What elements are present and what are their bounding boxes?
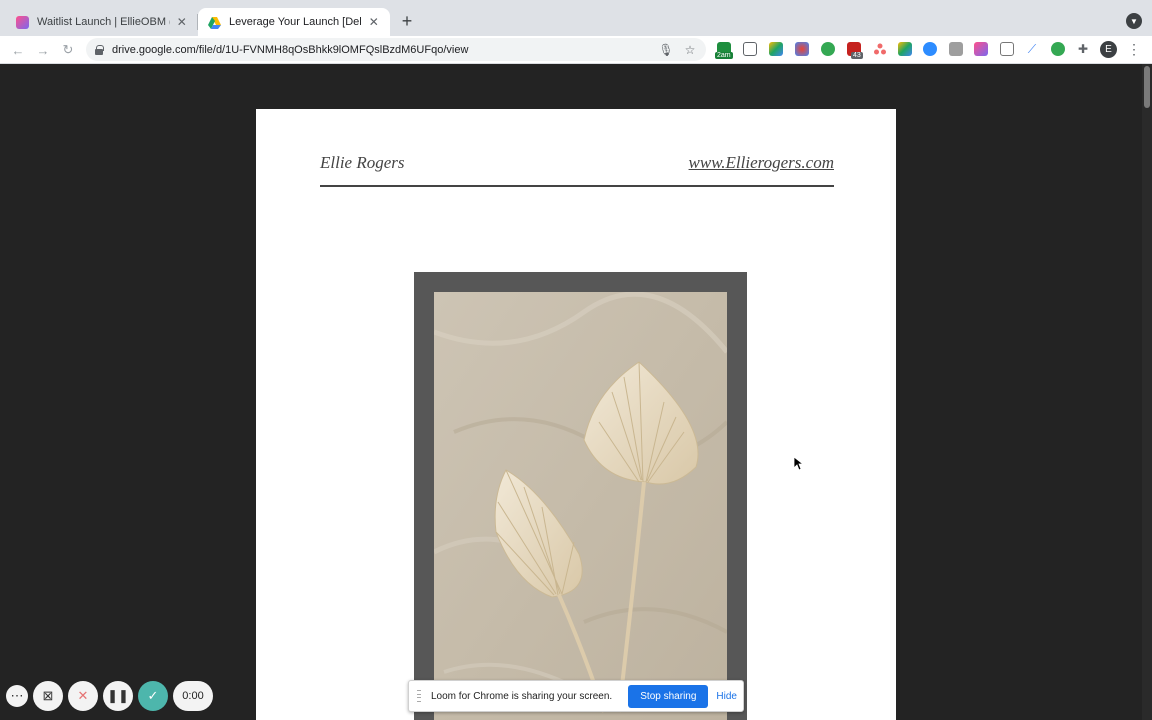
google-drive-shortcut-icon[interactable] [898,42,912,56]
more-options-icon[interactable]: ⋯ [6,685,28,707]
microphone-icon[interactable]: 🎙 [658,42,674,58]
google-drive-icon [208,16,221,29]
header-author-name: Ellie Rogers [320,153,405,172]
cancel-recording-icon[interactable]: ✕ [68,681,98,711]
browser-toolbar: ← → ↻ drive.google.com/file/d/1U-FVNMH8q… [0,36,1152,64]
address-bar[interactable]: drive.google.com/file/d/1U-FVNMH8qOsBhkk… [86,38,706,61]
google-drive-extension-icon[interactable] [769,42,783,56]
camera-toggle-icon[interactable]: ⊠ [33,681,63,711]
camera-icon[interactable] [1000,42,1014,56]
tab-strip: Waitlist Launch | EllieOBM (Bo ✕ Leverag… [0,0,1152,36]
document-page: Ellie Rogers www.Ellierogers.com [256,109,896,720]
puzzle-extensions-icon[interactable]: ✚ [1076,42,1090,56]
stop-sharing-button[interactable]: Stop sharing [628,684,709,708]
colorful-extension-icon[interactable] [795,42,809,56]
asana-icon[interactable] [873,42,887,56]
scrollbar-thumb[interactable] [1144,66,1150,108]
tab-waitlist-launch[interactable]: Waitlist Launch | EllieOBM (Bo ✕ [6,8,198,36]
calendar-badge: 2am [715,52,733,59]
bookmark-star-icon[interactable]: ☆ [682,42,698,58]
recording-timer: 0:00 [173,681,213,711]
feather-icon[interactable]: ⟋ [1025,42,1039,56]
clickup-extension-icon[interactable] [974,42,988,56]
clickup-icon [16,15,29,29]
back-icon[interactable]: ← [8,40,28,60]
hide-button[interactable]: Hide [716,691,737,702]
screen-sharing-bar: Loom for Chrome is sharing your screen. … [408,680,744,712]
checkmark-extension-icon[interactable] [1051,42,1065,56]
close-icon[interactable]: ✕ [368,15,380,29]
honey-icon[interactable] [949,42,963,56]
mail-badge: 43 [851,52,863,59]
reload-icon[interactable]: ↻ [58,40,78,60]
zoom-icon[interactable] [923,42,937,56]
url-text[interactable]: drive.google.com/file/d/1U-FVNMH8qOsBhkk… [112,44,650,56]
cloud-extension-icon[interactable] [743,42,757,56]
tab-search-icon[interactable]: ▼ [1126,13,1142,29]
photo-frame [414,272,747,720]
more-menu-icon[interactable]: ⋮ [1127,41,1141,58]
dried-palm-leaves-photo [434,292,727,720]
tab-title: Leverage Your Launch [Deliver [229,16,362,28]
tab-title: Waitlist Launch | EllieOBM (Bo [37,16,170,28]
scrollbar[interactable] [1142,64,1152,720]
header-rule [320,185,834,187]
mouse-cursor-icon [794,457,804,471]
profile-avatar[interactable]: E [1100,41,1117,58]
new-tab-button[interactable]: + [397,11,417,31]
lock-icon [94,44,104,55]
tab-leverage-your-launch[interactable]: Leverage Your Launch [Deliver ✕ [198,8,390,36]
finish-recording-icon[interactable]: ✓ [138,681,168,711]
pause-icon[interactable]: ❚❚ [103,681,133,711]
loom-recording-controls: ⋯ ⊠ ✕ ❚❚ ✓ 0:00 [6,680,213,712]
drag-handle-icon[interactable] [417,690,423,702]
close-icon[interactable]: ✕ [176,15,188,29]
sharing-message: Loom for Chrome is sharing your screen. [431,690,613,702]
grammarly-icon[interactable] [821,42,835,56]
forward-icon[interactable]: → [33,40,53,60]
header-website-link[interactable]: www.Ellierogers.com [689,153,834,173]
